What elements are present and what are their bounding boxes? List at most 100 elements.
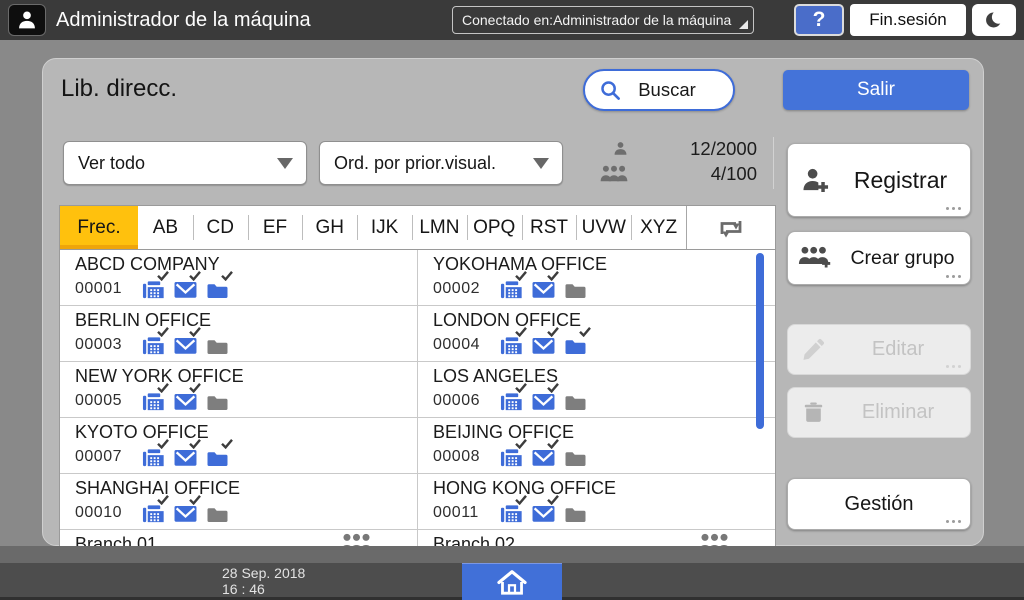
group-icon bbox=[340, 533, 373, 547]
list-scrollbar[interactable] bbox=[756, 253, 764, 429]
trash-icon bbox=[801, 400, 826, 425]
fax-destination-icon bbox=[500, 334, 523, 355]
group-icon bbox=[698, 533, 731, 547]
eliminar-button[interactable]: Eliminar bbox=[787, 387, 971, 438]
destination-icons bbox=[500, 334, 587, 355]
folder-destination-icon bbox=[206, 390, 229, 411]
time-label: 16 : 46 bbox=[222, 581, 305, 597]
registered-check-icon bbox=[515, 327, 527, 337]
tab-uvw[interactable]: UVW bbox=[576, 206, 631, 249]
address-entry[interactable]: NEW YORK OFFICE00005 bbox=[60, 362, 418, 417]
registered-check-icon bbox=[515, 383, 527, 393]
destination-icons bbox=[142, 502, 229, 523]
sort-order-value: Ord. por prior.visual. bbox=[334, 153, 533, 174]
tab-xyz[interactable]: XYZ bbox=[631, 206, 686, 249]
exit-button[interactable]: Salir bbox=[783, 70, 969, 110]
tab-ef[interactable]: EF bbox=[248, 206, 303, 249]
email-destination-icon bbox=[174, 334, 197, 355]
address-entry[interactable]: ABCD COMPANY00001 bbox=[60, 250, 418, 305]
fax-destination-icon bbox=[500, 278, 523, 299]
folder-destination-icon bbox=[564, 502, 587, 523]
logout-button[interactable]: Fin.sesión bbox=[850, 4, 966, 36]
email-destination-icon bbox=[174, 390, 197, 411]
registrar-button[interactable]: Registrar bbox=[787, 143, 971, 217]
fax-destination-icon bbox=[142, 390, 165, 411]
gestion-button[interactable]: Gestión bbox=[787, 478, 971, 530]
address-entry[interactable]: HONG KONG OFFICE00011 bbox=[418, 474, 775, 529]
address-entry[interactable]: BEIJING OFFICE00008 bbox=[418, 418, 775, 473]
email-destination-icon bbox=[532, 334, 555, 355]
group-entry[interactable]: Branch 01 bbox=[60, 530, 418, 547]
address-entry[interactable]: LONDON OFFICE00004 bbox=[418, 306, 775, 361]
search-label: Buscar bbox=[621, 79, 733, 101]
entry-number: 00011 bbox=[433, 504, 479, 522]
address-book-panel: Lib. direcc. Buscar Salir Ver todo Ord. … bbox=[42, 58, 984, 546]
registered-check-icon bbox=[515, 439, 527, 449]
sort-order-dropdown[interactable]: Ord. por prior.visual. bbox=[319, 141, 563, 185]
logout-label: Fin.sesión bbox=[869, 10, 946, 30]
tab-lmn[interactable]: LMN bbox=[412, 206, 467, 249]
status-bar: 28 Sep. 2018 16 : 46 bbox=[0, 546, 1024, 600]
email-destination-icon bbox=[174, 446, 197, 467]
fax-destination-icon bbox=[142, 446, 165, 467]
registered-check-icon bbox=[189, 383, 201, 393]
group-count: 4/100 bbox=[711, 163, 757, 185]
destination-icons bbox=[500, 502, 587, 523]
destination-icons bbox=[500, 278, 587, 299]
crear-grupo-button[interactable]: Crear grupo bbox=[787, 231, 971, 285]
address-list: ABCD COMPANY00001YOKOHAMA OFFICE00002BER… bbox=[59, 249, 776, 547]
address-entry[interactable]: YOKOHAMA OFFICE00002 bbox=[418, 250, 775, 305]
group-entry[interactable]: Branch 02 bbox=[418, 530, 775, 547]
entry-number: 00010 bbox=[75, 504, 122, 522]
destination-icons bbox=[142, 278, 229, 299]
folder-destination-icon bbox=[564, 278, 587, 299]
folder-destination-icon bbox=[564, 390, 587, 411]
email-destination-icon bbox=[532, 446, 555, 467]
tab-rst[interactable]: RST bbox=[522, 206, 577, 249]
address-row: ABCD COMPANY00001YOKOHAMA OFFICE00002 bbox=[60, 250, 775, 306]
registered-check-icon bbox=[547, 383, 559, 393]
editar-button[interactable]: Editar bbox=[787, 324, 971, 375]
energy-saver-button[interactable] bbox=[972, 4, 1016, 36]
session-dropdown[interactable]: Conectado en:Administrador de la máquina bbox=[452, 6, 754, 34]
destination-icons bbox=[500, 446, 587, 467]
address-entry[interactable]: SHANGHAI OFFICE00010 bbox=[60, 474, 418, 529]
counter-divider bbox=[773, 137, 774, 189]
entry-number: 00003 bbox=[75, 336, 122, 354]
help-button[interactable]: ? bbox=[794, 4, 844, 36]
home-button[interactable] bbox=[462, 563, 562, 600]
search-button[interactable]: Buscar bbox=[583, 69, 735, 111]
switch-view-button[interactable] bbox=[686, 206, 775, 249]
tab-ab[interactable]: AB bbox=[138, 206, 193, 249]
tab-gh[interactable]: GH bbox=[302, 206, 357, 249]
email-destination-icon bbox=[174, 278, 197, 299]
action-label: Registrar bbox=[831, 167, 970, 194]
tab-frec[interactable]: Frec. bbox=[60, 206, 138, 249]
registered-check-icon bbox=[189, 327, 201, 337]
address-entry[interactable]: LOS ANGELES00006 bbox=[418, 362, 775, 417]
page-title: Lib. direcc. bbox=[61, 75, 177, 103]
tab-cd[interactable]: CD bbox=[193, 206, 248, 249]
folder-destination-icon bbox=[564, 334, 587, 355]
group-plus-icon bbox=[797, 246, 835, 270]
date-label: 28 Sep. 2018 bbox=[222, 565, 305, 581]
registered-check-icon bbox=[515, 271, 527, 281]
tab-opq[interactable]: OPQ bbox=[467, 206, 522, 249]
destination-icons bbox=[142, 334, 229, 355]
email-destination-icon bbox=[532, 278, 555, 299]
registered-check-icon bbox=[547, 439, 559, 449]
view-filter-dropdown[interactable]: Ver todo bbox=[63, 141, 307, 185]
tab-ijk[interactable]: IJK bbox=[357, 206, 412, 249]
folder-destination-icon bbox=[206, 446, 229, 467]
corner-expand-icon bbox=[739, 20, 748, 29]
address-entry[interactable]: KYOTO OFFICE00007 bbox=[60, 418, 418, 473]
fax-destination-icon bbox=[142, 502, 165, 523]
top-bar: Administrador de la máquina Conectado en… bbox=[0, 0, 1024, 40]
fax-destination-icon bbox=[500, 446, 523, 467]
entry-number: 00007 bbox=[75, 448, 122, 466]
entry-number: 00008 bbox=[433, 448, 480, 466]
entry-number: 00001 bbox=[75, 280, 122, 298]
address-entry[interactable]: BERLIN OFFICE00003 bbox=[60, 306, 418, 361]
registered-check-icon bbox=[547, 495, 559, 505]
more-options-dots-icon bbox=[946, 520, 961, 523]
